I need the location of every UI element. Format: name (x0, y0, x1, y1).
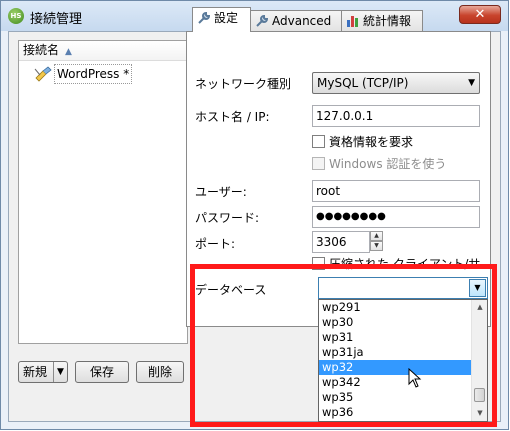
port-increment-button[interactable]: ▲ (370, 231, 383, 241)
chevron-down-icon: ▼ (468, 78, 475, 88)
session-name-column-label: 接続名 (23, 43, 60, 57)
network-type-label: ネットワーク種別 (195, 77, 292, 91)
database-select[interactable]: ▼ (318, 277, 488, 299)
list-item[interactable]: wp31 (319, 330, 487, 345)
require-credentials-checkbox[interactable]: 資格情報を要求 (312, 134, 413, 150)
scrollbar-thumb[interactable] (474, 388, 485, 402)
tab-advanced[interactable]: Advanced (250, 10, 342, 31)
user-input[interactable]: root (312, 180, 480, 202)
checkbox-box (312, 157, 325, 170)
list-item[interactable]: wp291 (319, 300, 487, 315)
scroll-down-icon[interactable]: ▼ (472, 406, 487, 421)
windows-auth-label: Windows 認証を使う (329, 157, 447, 171)
network-type-value: MySQL (TCP/IP) (317, 76, 409, 90)
password-label: パスワード: (195, 211, 260, 225)
session-item-label: WordPress * (54, 64, 133, 84)
chevron-down-icon[interactable]: ▼ (469, 279, 486, 297)
checkbox-box (312, 257, 325, 270)
tab-advanced-label: Advanced (272, 14, 332, 28)
session-tree-header[interactable]: 接続名 ▲ (19, 41, 187, 61)
require-credentials-label: 資格情報を要求 (329, 135, 414, 149)
windows-auth-checkbox[interactable]: Windows 認証を使う (312, 156, 446, 172)
save-button[interactable]: 保存 (75, 361, 129, 383)
sort-ascending-icon: ▲ (65, 47, 72, 57)
host-input[interactable]: 127.0.0.1 (312, 105, 480, 127)
host-label: ホスト名 / IP: (195, 110, 270, 124)
database-label: データベース (195, 283, 267, 297)
compressed-protocol-label: 圧縮された クライアント/サ (329, 257, 481, 271)
password-input[interactable]: ●●●●●●●● (312, 206, 480, 228)
new-dropdown-arrow-icon[interactable]: ▼ (53, 362, 67, 382)
dropdown-scrollbar[interactable]: ▲ ▼ (471, 300, 487, 421)
window-title: 接続管理 (30, 12, 83, 27)
close-button[interactable]: ✕ (459, 5, 501, 24)
list-item[interactable]: wp36 (319, 405, 487, 420)
delete-button[interactable]: 削除 (136, 361, 184, 383)
wrench-icon (256, 14, 269, 27)
list-item-highlighted[interactable]: wp32 (319, 360, 487, 375)
compressed-protocol-checkbox[interactable]: 圧縮された クライアント/サ (312, 256, 480, 272)
session-tree[interactable]: 接続名 ▲ WordPress * (18, 40, 188, 344)
port-decrement-button[interactable]: ▼ (370, 241, 383, 251)
port-input[interactable]: 3306 (312, 231, 370, 253)
tab-settings[interactable]: 設定 (192, 7, 251, 32)
user-label: ユーザー: (195, 185, 247, 199)
list-item[interactable]: wp31ja (319, 345, 487, 360)
checkbox-box (312, 135, 325, 148)
connection-manager-window: HS 接続管理 ✕ 接続名 ▲ WordPress * 新規 ▼ 保存 削除 設… (0, 0, 509, 430)
list-item[interactable]: wp342 (319, 375, 487, 390)
new-session-label: 新規 (23, 365, 48, 379)
port-label: ポート: (195, 237, 236, 251)
list-item[interactable]: wp35 (319, 390, 487, 405)
scroll-up-icon[interactable]: ▲ (472, 300, 487, 315)
mouse-cursor-icon (408, 368, 422, 388)
database-dropdown-list[interactable]: wp291 wp30 wp31 wp31ja wp32 wp342 wp35 w… (318, 299, 488, 422)
bar-chart-icon (347, 16, 358, 27)
list-item[interactable]: wp30 (319, 315, 487, 330)
tab-statistics[interactable]: 統計情報 (341, 10, 423, 31)
tab-statistics-label: 統計情報 (363, 14, 412, 28)
network-type-select[interactable]: MySQL (TCP/IP) ▼ (312, 72, 480, 94)
tab-settings-label: 設定 (214, 11, 239, 25)
wrench-icon (198, 11, 211, 24)
connection-icon (34, 66, 52, 82)
app-icon: HS (8, 8, 24, 24)
new-session-button[interactable]: 新規 ▼ (18, 361, 68, 383)
